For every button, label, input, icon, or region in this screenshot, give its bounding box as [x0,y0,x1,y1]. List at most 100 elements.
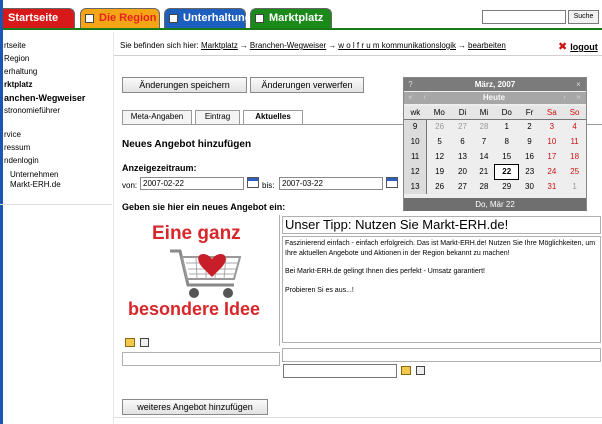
link-input[interactable] [282,348,601,362]
calendar-day[interactable]: 27 [452,119,473,134]
calendar-day[interactable]: 27 [452,179,473,194]
offer-label: Geben sie hier ein neues Angebot ein: [122,202,286,212]
logout-link[interactable]: ✖ logout [558,40,598,53]
sidebar-item-unterhaltung[interactable]: erhaltung [4,67,37,76]
help-icon[interactable]: ? [404,78,417,91]
weekday-header: Mo [426,106,452,120]
breadcrumb: Sie befinden sich hier: Marktplatz → Branc… [120,41,506,50]
close-icon[interactable]: × [572,78,585,91]
breadcrumb-item-branchen[interactable]: Branchen-Wegweiser [250,41,326,50]
tab-marktplatz[interactable]: Marktplatz [250,8,332,28]
tab-meta-angaben[interactable]: Meta-Angaben [122,110,192,124]
calendar-day[interactable]: 26 [427,119,452,134]
calendar-icon[interactable] [386,177,398,188]
calendar-day[interactable]: 16 [519,149,541,164]
tab-unterhaltung[interactable]: Unterhaltung [164,8,251,28]
from-date-input[interactable]: 2007-02-22 [140,177,244,190]
calendar-day[interactable]: 31 [540,179,563,194]
sidebar-item-service[interactable]: rvice [4,130,21,139]
calendar-day[interactable]: 3 [540,119,563,134]
calendar-day[interactable]: 4 [563,119,586,134]
calendar-day[interactable]: 14 [473,149,495,164]
calendar-day[interactable]: 28 [473,179,495,194]
add-offer-button[interactable]: weiteres Angebot hinzufügen [122,399,268,415]
sidebar-item-markt-erh[interactable]: Markt-ERH.de [10,180,61,189]
calendar-grid: wk Mo Di Mi Do Fr Sa So 9 26 27 28 1 2 3 4 10 5 6 7 8 9 10 11 1… [404,106,586,194]
weekday-header: So [563,106,586,120]
file-input[interactable] [283,364,397,378]
close-x-icon: ✖ [558,41,568,53]
calendar-day[interactable]: 26 [427,179,452,194]
calendar-day[interactable]: 24 [540,164,563,179]
calendar-day[interactable]: 29 [495,179,519,194]
calendar-day[interactable]: 5 [427,134,452,149]
calendar-day[interactable]: 13 [452,149,473,164]
breadcrumb-item-marktplatz[interactable]: Marktplatz [201,41,238,50]
sidebar-item-marktplatz[interactable]: rktplatz [4,80,32,89]
sidebar-item-region[interactable]: Region [4,54,29,63]
calendar-day[interactable]: 17 [540,149,563,164]
prev-year-button[interactable]: « [404,92,417,104]
image-caption-input[interactable] [122,352,280,366]
sidebar-item-kundenlogin[interactable]: ndenlogin [4,156,39,165]
tab-aktuelles[interactable]: Aktuelles [243,110,303,125]
tip-title-input[interactable]: Unser Tipp: Nutzen Sie Markt-ERH.de! [282,216,601,234]
sidebar-item-gastronomiefuehrer[interactable]: stronomieführer [4,106,60,115]
top-navigation: Startseite Die Region Unterhaltung Markt… [0,0,602,30]
ad-image-subtitle: besondere Idee [128,299,261,319]
calendar-day[interactable]: 1 [495,119,519,134]
calendar-day[interactable]: 9 [519,134,541,149]
breadcrumb-item-company[interactable]: w o l f r u m kommunikationslogik [338,41,456,50]
calendar-day[interactable]: 30 [519,179,541,194]
calendar-day[interactable]: 28 [473,119,495,134]
calendar-day[interactable]: 6 [452,134,473,149]
calendar-day[interactable]: 11 [563,134,586,149]
calendar-day[interactable]: 18 [563,149,586,164]
calendar-icon[interactable] [247,177,259,188]
breadcrumb-item-bearbeiten[interactable]: bearbeiten [468,41,506,50]
weekday-header: Do [494,106,519,120]
tab-die-region[interactable]: Die Region [80,8,160,28]
square-icon [85,14,94,23]
to-date-input[interactable]: 2007-03-22 [279,177,383,190]
tab-label: Unterhaltung [183,12,252,24]
next-month-button[interactable]: › [558,92,571,104]
folder-icon[interactable] [125,338,135,347]
trash-icon[interactable] [416,366,425,375]
week-number: 12 [404,164,428,179]
next-year-button[interactable]: » [572,92,585,104]
calendar-day[interactable]: 22 [494,163,519,180]
sidebar-item-startseite[interactable]: rtseite [4,41,26,50]
calendar-day[interactable]: 1 [563,179,586,194]
tab-eintrag[interactable]: Eintrag [195,110,240,124]
sidebar-item-branchen-wegweiser[interactable]: anchen-Wegweiser [4,93,85,103]
discard-changes-button[interactable]: Änderungen verwerfen [250,77,364,93]
sidebar-item-impressum[interactable]: ressum [4,143,30,152]
breadcrumb-prefix: Sie befinden sich hier: [120,41,199,50]
search-button[interactable]: Suche [568,10,599,24]
tab-startseite[interactable]: Startseite [0,8,75,28]
calendar-week-row: 12 19 20 21 22 23 24 25 [404,163,586,180]
calendar-day[interactable]: 20 [452,164,473,179]
breadcrumb-separator: → [328,41,337,50]
folder-icon[interactable] [401,366,411,375]
tip-body-textarea[interactable]: Faszinierend einfach - einfach erfolgrei… [282,236,601,343]
calendar-day[interactable]: 23 [519,164,541,179]
search-input[interactable] [482,10,566,24]
calendar-day[interactable]: 19 [427,164,452,179]
calendar-day[interactable]: 2 [519,119,541,134]
calendar-day[interactable]: 15 [495,149,519,164]
tip-paragraph: Faszinierend einfach - einfach erfolgrei… [285,240,596,257]
today-button[interactable]: Heute [444,92,544,104]
trash-icon[interactable] [140,338,149,347]
calendar-day[interactable]: 8 [495,134,519,149]
save-changes-button[interactable]: Änderungen speichern [122,77,247,93]
prev-month-button[interactable]: ‹ [418,92,431,104]
sidebar-item-unternehmen[interactable]: Unternehmen [10,170,58,179]
calendar-day[interactable]: 21 [473,164,495,179]
calendar-day[interactable]: 25 [563,164,586,179]
calendar-day[interactable]: 7 [473,134,495,149]
calendar-day[interactable]: 10 [540,134,563,149]
calendar-day[interactable]: 12 [427,149,452,164]
shopping-cart-icon [170,249,242,298]
